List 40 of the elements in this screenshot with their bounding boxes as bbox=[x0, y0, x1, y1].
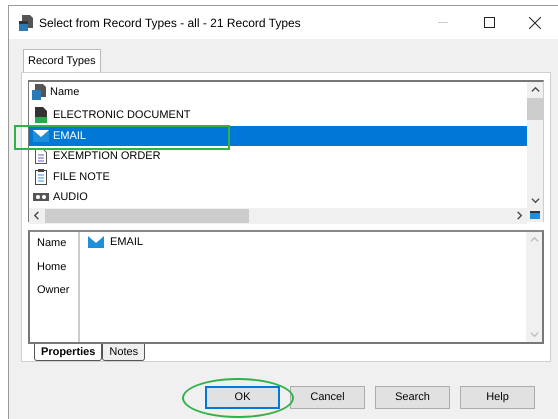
row-label: AUDIO bbox=[53, 190, 88, 205]
column-header[interactable]: Name bbox=[50, 84, 80, 100]
list-row[interactable]: FILE NOTE bbox=[29, 166, 527, 187]
clipboard-icon bbox=[35, 168, 47, 185]
row-label: ELECTRONIC DOCUMENT bbox=[53, 108, 191, 123]
close-icon bbox=[529, 16, 541, 28]
app-icon bbox=[19, 14, 33, 30]
tab[interactable]: Record Types bbox=[23, 49, 101, 72]
envelope-icon bbox=[33, 130, 49, 142]
list-row[interactable]: EMAIL bbox=[29, 126, 527, 146]
chevron-left-icon bbox=[32, 211, 42, 220]
header-icon bbox=[32, 84, 46, 100]
chevron-down-icon bbox=[530, 330, 538, 338]
dialog-button[interactable]: OK bbox=[205, 386, 280, 409]
chevron-right-icon bbox=[514, 211, 524, 220]
chevron-down-icon bbox=[530, 196, 540, 204]
window-title: Select from Record Types - all - 21 Record Types bbox=[39, 14, 301, 32]
list-row[interactable]: ELECTRONIC DOCUMENT bbox=[29, 105, 527, 126]
scrollbar-thumb[interactable] bbox=[527, 98, 543, 120]
dialog-button[interactable]: Search bbox=[375, 386, 450, 409]
tab[interactable]: Properties bbox=[34, 344, 102, 361]
scrollbar-thumb[interactable] bbox=[45, 208, 249, 222]
row-label: FILE NOTE bbox=[53, 170, 110, 184]
row-label: EXEMPTION ORDER bbox=[53, 149, 161, 164]
chevron-up-icon bbox=[530, 236, 538, 244]
dialog-button[interactable]: Cancel bbox=[290, 386, 365, 409]
envelope-icon bbox=[88, 236, 104, 248]
tab[interactable]: Notes bbox=[102, 344, 146, 361]
folder-icon bbox=[530, 211, 540, 219]
property-label: Name bbox=[37, 236, 68, 251]
row-label: EMAIL bbox=[53, 128, 86, 144]
list-row[interactable]: AUDIO bbox=[29, 187, 527, 208]
property-label: Owner bbox=[37, 283, 70, 298]
list-row[interactable]: EXEMPTION ORDER bbox=[29, 146, 527, 166]
cassette-icon bbox=[33, 193, 49, 202]
property-label: Home bbox=[37, 260, 68, 274]
chevron-up-icon bbox=[530, 86, 540, 94]
dialog-button[interactable]: Help bbox=[460, 386, 535, 409]
document-icon bbox=[34, 107, 48, 124]
property-value: EMAIL bbox=[110, 234, 144, 250]
